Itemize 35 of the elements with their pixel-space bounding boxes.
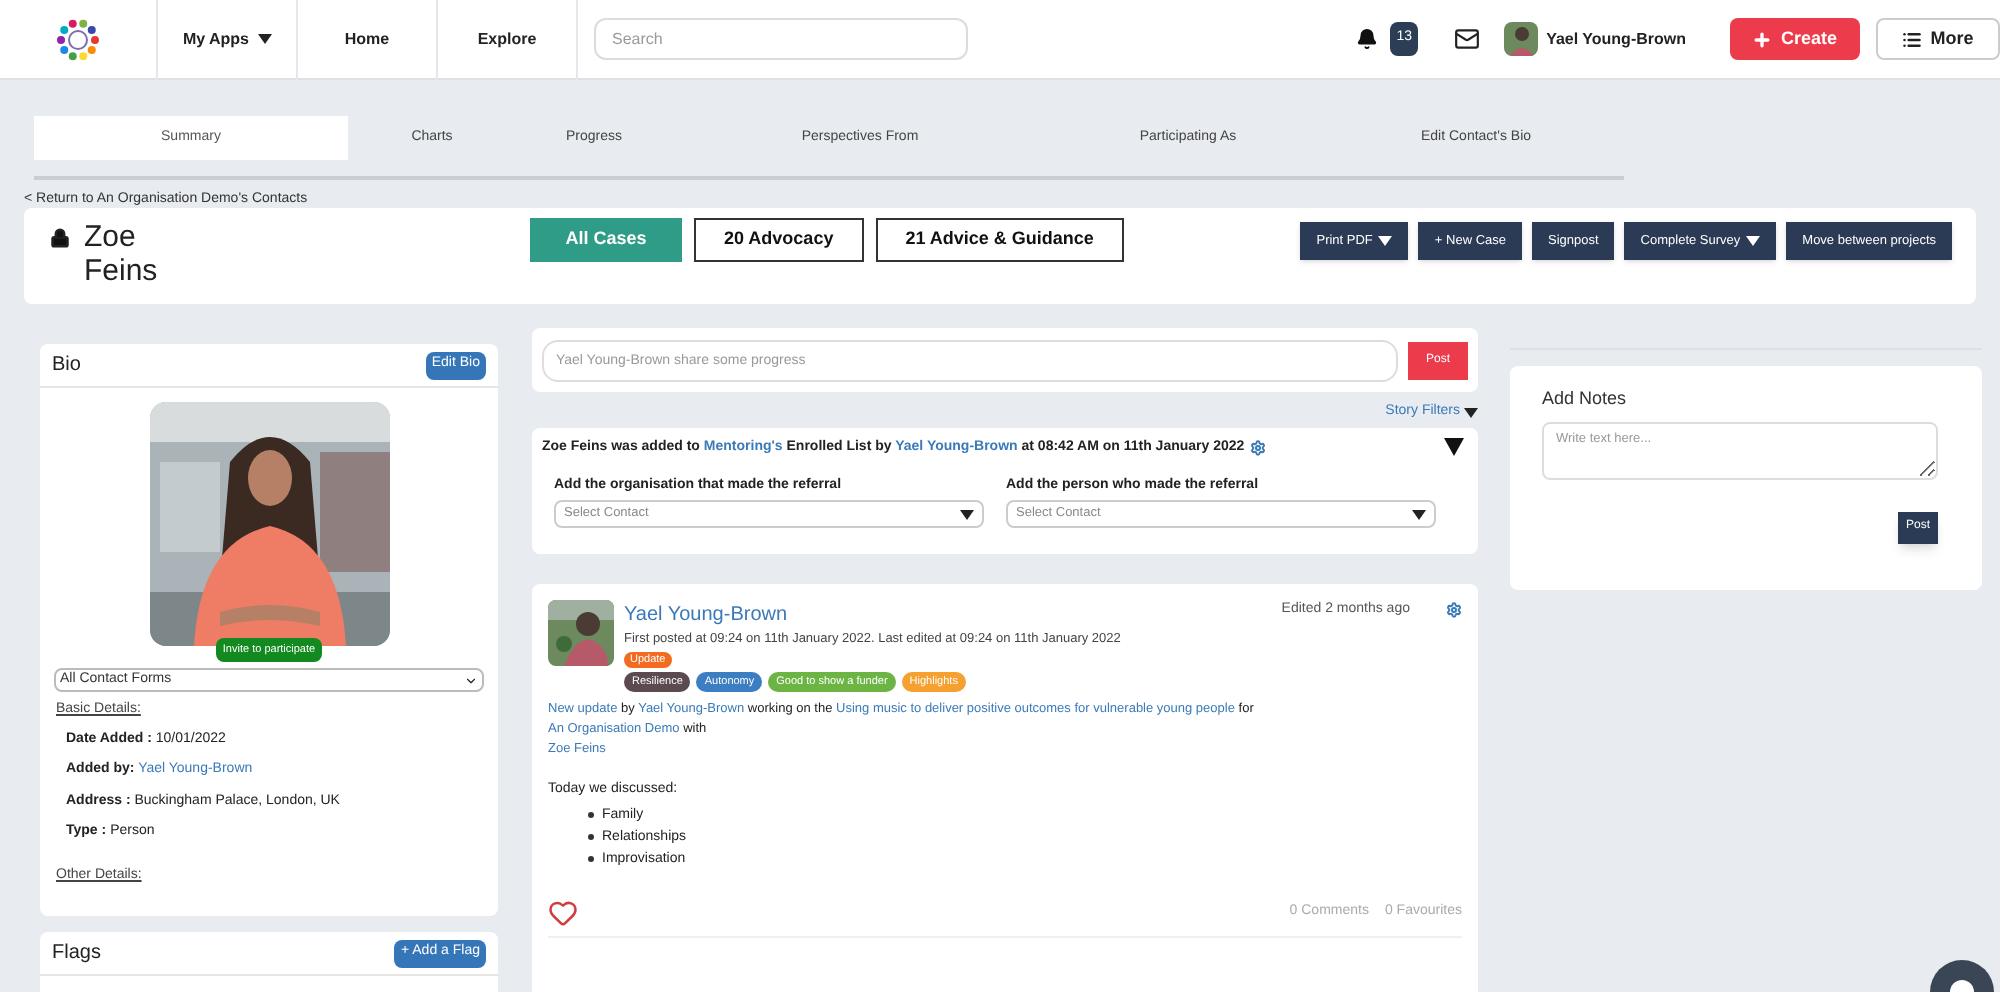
chevron-down-icon [464, 673, 478, 687]
heart-icon[interactable] [548, 897, 578, 927]
create-button[interactable]: Create [1730, 18, 1860, 60]
more-button[interactable]: More [1876, 18, 2000, 60]
logo-icon[interactable] [56, 17, 100, 61]
contact-name: Zoe Feins [84, 220, 160, 288]
user-avatar-icon[interactable] [1504, 22, 1539, 56]
caret-icon [1378, 236, 1393, 246]
bullet-icon [588, 811, 594, 817]
user-name[interactable]: Yael Young-Brown [1546, 27, 1686, 51]
caret-icon [1412, 509, 1426, 519]
case-tab[interactable]: 21 Advice & Guidance [875, 218, 1124, 262]
chat-widget-icon[interactable] [1930, 960, 1994, 992]
post-author-link[interactable]: Yael Young-Brown [624, 600, 788, 630]
bullet-icon [588, 833, 594, 839]
filter-icon [1464, 407, 1478, 417]
caret-icon [960, 509, 974, 519]
caret-icon [1746, 236, 1761, 246]
settings-icon[interactable] [1250, 440, 1267, 457]
nav-menu-item[interactable]: Explore [436, 0, 576, 79]
nav-menu-item[interactable]: My Apps [156, 0, 296, 79]
card-title: Bio [52, 352, 81, 380]
collapse-triangle-icon[interactable] [1444, 438, 1464, 456]
plus-icon [1752, 29, 1773, 49]
search-field[interactable]: Search [594, 18, 968, 60]
caret-icon [257, 34, 272, 44]
nav-menu-item[interactable]: Home [296, 0, 436, 79]
bullet-icon [588, 855, 594, 861]
card-title: Add Notes [1542, 386, 1629, 412]
mail-icon[interactable] [1454, 26, 1481, 52]
card-title: Flags [52, 940, 101, 968]
case-tab[interactable]: 20 Advocacy [694, 218, 864, 262]
settings-icon[interactable] [1446, 602, 1462, 619]
list-icon [1902, 29, 1923, 49]
bell-icon[interactable] [1356, 28, 1379, 50]
